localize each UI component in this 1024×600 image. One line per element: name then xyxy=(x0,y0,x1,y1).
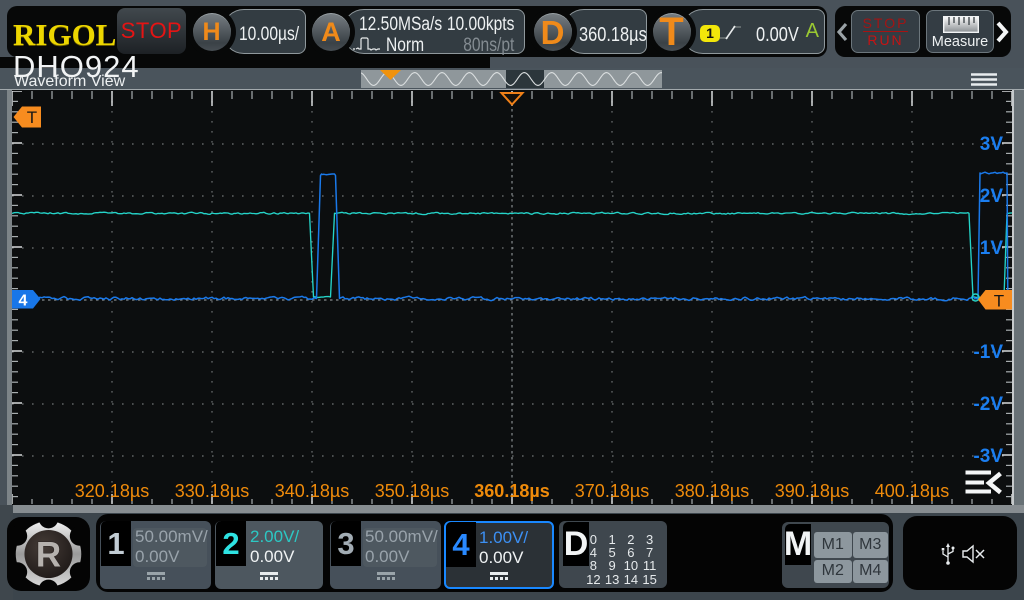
svg-text:T: T xyxy=(27,108,37,127)
svg-text:4: 4 xyxy=(19,293,28,310)
svg-text:T: T xyxy=(994,292,1004,311)
svg-text:R: R xyxy=(36,536,61,575)
